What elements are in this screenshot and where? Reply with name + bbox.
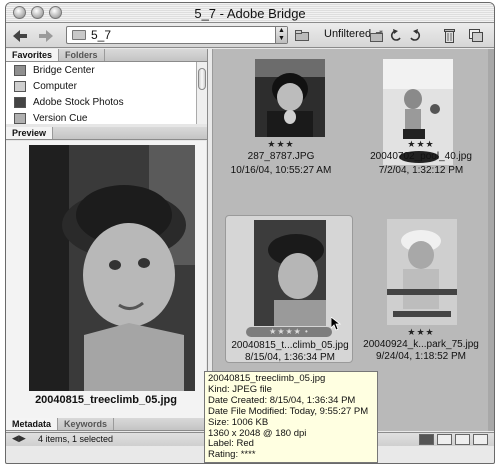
forward-arrow-icon[interactable] [38, 27, 54, 44]
tooltip-line: Size: 1006 KB [208, 416, 269, 428]
tooltip-line: Date File Modified: Today, 9:55:27 PM [208, 405, 369, 417]
rating-stars[interactable]: ★★★★ • [246, 327, 332, 337]
selected-thumbnail-frame: ★★★★ • 20040815_t...climb_05.jpg 8/15/04… [225, 215, 353, 363]
preview-filename: 20040815_treeclimb_05.jpg [35, 394, 177, 406]
rating-stars[interactable]: ★★★ [357, 327, 485, 338]
thumbnail-filename: 287_8787.JPG [247, 151, 315, 162]
scroll-thumb[interactable] [198, 68, 206, 90]
svg-text:*: * [379, 30, 383, 38]
tab-keywords[interactable]: Keywords [58, 418, 115, 430]
favorite-label: Bridge Center [33, 64, 95, 76]
window-title: 5_7 - Adobe Bridge [194, 6, 306, 21]
thumbnail-filename: 20040924_k...park_75.jpg [363, 339, 479, 350]
favorite-version-cue[interactable]: Version Cue [6, 110, 206, 124]
favorite-label: Computer [33, 80, 77, 92]
thumbnail-frame [357, 215, 485, 327]
version-cue-icon [14, 112, 26, 124]
favorite-adobe-stock-photos[interactable]: Adobe Stock Photos [6, 94, 206, 110]
new-folder-icon[interactable]: * [369, 27, 385, 44]
favorites-list: Bridge Center Computer Adobe Stock Photo… [6, 62, 206, 124]
tooltip-line: Rating: **** [208, 449, 256, 461]
computer-icon [14, 80, 26, 92]
rating-stars[interactable]: ★★★ [357, 139, 485, 150]
thumbnail-filename: 20040702_pool_40.jpg [370, 151, 472, 162]
favorite-computer[interactable]: Computer [6, 78, 206, 94]
thumbnail-view-button[interactable] [419, 434, 434, 445]
panel-toggle-icon[interactable]: ◀▶ [12, 433, 26, 444]
filter-label: Unfiltered [324, 28, 372, 40]
metadata-keywords-tabs: Metadata Keywords [6, 418, 207, 431]
rating-stars[interactable]: ★★★ [217, 139, 345, 150]
go-up-folder-icon[interactable] [294, 27, 310, 44]
content-scrollbar[interactable] [488, 49, 494, 431]
tab-metadata[interactable]: Metadata [6, 418, 59, 430]
thumbnail-image [254, 220, 326, 326]
compact-mode-icon[interactable] [468, 27, 484, 44]
favorite-bridge-center[interactable]: Bridge Center [6, 62, 206, 78]
tab-favorites[interactable]: Favorites [6, 49, 60, 61]
thumbnail-date: 9/24/04, 1:18:52 PM [375, 351, 467, 362]
metadata-tooltip: 20040815_treeclimb_05.jpg Kind: JPEG fil… [204, 371, 378, 463]
tab-preview[interactable]: Preview [6, 127, 54, 139]
title-bar: 5_7 - Adobe Bridge [6, 3, 494, 23]
details-view-button[interactable] [455, 434, 470, 445]
left-panel: Favorites Folders Bridge Center Computer… [6, 49, 208, 431]
preview-panel: 20040815_treeclimb_05.jpg [6, 141, 206, 418]
view-mode-buttons [419, 434, 488, 445]
favorite-label: Adobe Stock Photos [33, 96, 124, 108]
trash-icon[interactable] [442, 27, 456, 44]
thumbnail-date: 7/2/04, 1:32:12 PM [378, 165, 464, 176]
status-text: 4 items, 1 selected [38, 434, 114, 444]
favorites-folders-tabs: Favorites Folders [6, 49, 207, 62]
path-select[interactable]: 5_7 ▲ ▼ [66, 26, 288, 44]
bridge-center-icon [14, 64, 26, 76]
mouse-cursor-icon [331, 317, 341, 331]
bridge-window: 5_7 - Adobe Bridge 5_7 ▲▼ Unfiltered▼ * [5, 2, 495, 464]
favorites-scrollbar[interactable] [196, 62, 207, 124]
toolbar: 5_7 ▲▼ Unfiltered▼ * [6, 23, 494, 48]
rotate-left-icon[interactable] [389, 27, 403, 44]
back-arrow-icon[interactable] [12, 27, 28, 44]
filmstrip-view-button[interactable] [437, 434, 452, 445]
stock-photos-icon [14, 96, 26, 108]
path-value: 5_7 [91, 28, 112, 42]
thumbnail-date: 10/16/04, 10:55:27 AM [230, 165, 332, 176]
path-stepper[interactable]: ▲ ▼ [275, 27, 287, 43]
preview-image [29, 145, 195, 391]
favorite-label: Version Cue [33, 112, 88, 124]
folder-icon [72, 30, 86, 40]
thumbnail-image [255, 59, 325, 137]
thumbnail-filename: 20040815_t...climb_05.jpg [231, 340, 349, 351]
preview-tabs: Preview [6, 127, 207, 140]
versions-view-button[interactable] [473, 434, 488, 445]
tab-folders[interactable]: Folders [59, 49, 105, 61]
rotate-right-icon[interactable] [407, 27, 421, 44]
thumbnail-image [387, 219, 457, 325]
thumbnail-date: 8/15/04, 1:36:34 PM [244, 352, 336, 363]
